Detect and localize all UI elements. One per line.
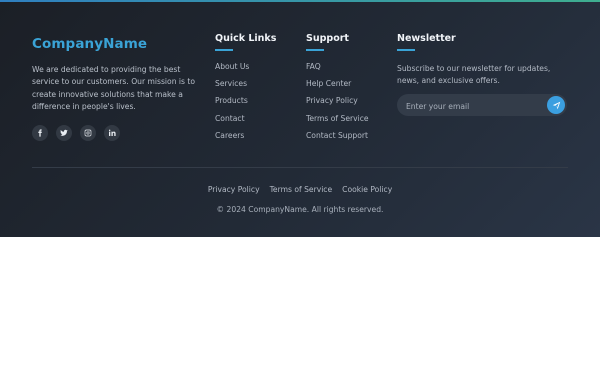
link-products[interactable]: Products <box>215 95 276 112</box>
quick-links-column: Quick Links About Us Services Products C… <box>215 33 276 147</box>
linkedin-icon[interactable] <box>104 125 120 141</box>
instagram-icon[interactable] <box>80 125 96 141</box>
subscribe-button[interactable] <box>547 96 565 114</box>
newsletter-column: Newsletter Subscribe to our newsletter f… <box>397 33 572 116</box>
link-about-us[interactable]: About Us <box>215 61 276 78</box>
quick-links-title: Quick Links <box>215 33 277 44</box>
twitter-icon[interactable] <box>56 125 72 141</box>
link-terms-of-service[interactable]: Terms of Service <box>306 113 369 130</box>
newsletter-description: Subscribe to our newsletter for updates,… <box>397 63 551 86</box>
link-privacy-policy[interactable]: Privacy Policy <box>306 95 369 112</box>
link-contact[interactable]: Contact <box>215 113 276 130</box>
send-icon <box>552 101 560 109</box>
brand-name[interactable]: CompanyName <box>32 36 147 52</box>
link-services[interactable]: Services <box>215 78 276 95</box>
footer-divider <box>32 167 568 168</box>
link-careers[interactable]: Careers <box>215 130 276 147</box>
legal-link-terms-of-service[interactable]: Terms of Service <box>270 185 333 194</box>
company-description: We are dedicated to providing the best s… <box>32 65 196 112</box>
title-underline <box>306 49 324 51</box>
copyright-text: © 2024 CompanyName. All rights reserved. <box>216 205 384 214</box>
site-footer: CompanyName We are dedicated to providin… <box>0 0 600 237</box>
newsletter-form <box>397 94 567 116</box>
legal-links: Privacy Policy Terms of Service Cookie P… <box>0 185 600 194</box>
title-underline <box>215 49 233 51</box>
link-faq[interactable]: FAQ <box>306 61 369 78</box>
facebook-icon[interactable] <box>32 125 48 141</box>
social-links <box>32 125 120 141</box>
legal-link-privacy-policy[interactable]: Privacy Policy <box>208 185 260 194</box>
legal-link-cookie-policy[interactable]: Cookie Policy <box>342 185 392 194</box>
link-help-center[interactable]: Help Center <box>306 78 369 95</box>
newsletter-title: Newsletter <box>397 33 456 44</box>
top-accent-bar <box>0 0 600 2</box>
email-input[interactable] <box>404 97 543 115</box>
title-underline <box>397 49 415 51</box>
support-title: Support <box>306 33 349 44</box>
link-contact-support[interactable]: Contact Support <box>306 130 369 147</box>
support-column: Support FAQ Help Center Privacy Policy T… <box>306 33 369 147</box>
